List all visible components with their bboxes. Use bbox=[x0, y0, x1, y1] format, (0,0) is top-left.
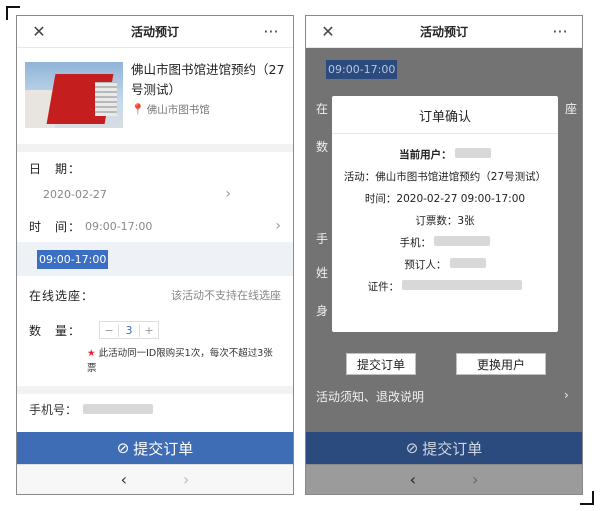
forward-arrow-icon[interactable]: › bbox=[183, 470, 189, 489]
seat-row: 在线选座： 该活动不支持在线选座 bbox=[17, 276, 293, 314]
event-location: 📍 佛山市图书馆 bbox=[131, 102, 285, 117]
browser-nav-bar: ‹ › bbox=[306, 464, 582, 494]
time-value: 2020-02-27 09:00-17:00 bbox=[396, 193, 526, 205]
id-redacted bbox=[402, 280, 523, 290]
phone-screen-confirm: ✕ 活动预订 ··· 09:00-17:00 在 数 座 手 姓 身 活动须知、… bbox=[305, 15, 583, 495]
submit-label: 提交订单 bbox=[422, 439, 483, 458]
location-pin-icon: 📍 bbox=[131, 103, 145, 116]
phone-redacted bbox=[434, 236, 491, 246]
submit-order-button[interactable]: ⊘ 提交订单 bbox=[17, 432, 293, 464]
submit-label: 提交订单 bbox=[133, 439, 194, 458]
booker-row: 预订人： bbox=[342, 254, 548, 276]
phone-value-redacted[interactable] bbox=[83, 404, 154, 414]
check-circle-icon: ⊘ bbox=[116, 439, 130, 457]
activity-row: 活动：佛山市图书馆进馆预约（27号测试） bbox=[342, 166, 548, 188]
page-title: 活动预订 bbox=[130, 25, 179, 39]
date-value: 2020-02-27 bbox=[43, 187, 107, 201]
close-icon[interactable]: ✕ bbox=[318, 22, 338, 41]
minus-button[interactable]: − bbox=[100, 324, 118, 337]
check-circle-icon: ⊘ bbox=[405, 439, 419, 457]
bg-label: 手 bbox=[316, 232, 329, 246]
dialog-title: 订单确认 bbox=[332, 96, 558, 134]
bg-label: 数 bbox=[316, 140, 329, 154]
browser-nav-bar: ‹ › bbox=[17, 464, 293, 494]
order-confirm-dialog: 订单确认 当前用户： 活动：佛山市图书馆进馆预约（27号测试） 时间：2020-… bbox=[332, 96, 558, 332]
time-row[interactable]: 时 间： 09:00-17:00 › bbox=[17, 210, 293, 242]
time-label: 时间： bbox=[364, 193, 397, 205]
more-icon[interactable]: ··· bbox=[550, 22, 570, 41]
chevron-right-icon: › bbox=[275, 218, 281, 234]
ticket-count: 订票数：3张 bbox=[415, 215, 475, 227]
bg-label: 姓 bbox=[316, 266, 329, 280]
submit-order-button: ⊘ 提交订单 bbox=[306, 432, 582, 464]
id-row: 证件： bbox=[342, 276, 548, 298]
quantity-value[interactable]: 3 bbox=[118, 323, 140, 337]
activity-label: 活动： bbox=[343, 171, 376, 183]
event-thumbnail bbox=[25, 62, 123, 128]
bg-label: 座 bbox=[565, 102, 578, 116]
phone-label: 手机号： bbox=[29, 402, 78, 417]
quantity-stepper[interactable]: − 3 + bbox=[99, 321, 159, 339]
phone-row: 手机号： bbox=[17, 394, 293, 424]
confirm-submit-button[interactable]: 提交订单 bbox=[346, 353, 416, 375]
booker-redacted bbox=[449, 258, 486, 268]
quantity-label: 数 量： bbox=[29, 323, 82, 338]
booker-label: 预订人： bbox=[404, 259, 447, 271]
current-user-redacted bbox=[454, 148, 491, 158]
date-label: 日 期： bbox=[29, 161, 82, 176]
notice-link: 活动须知、退改说明 bbox=[316, 390, 425, 404]
event-card: 佛山市图书馆进馆预约（27号测试） 📍 佛山市图书馆 bbox=[17, 48, 293, 144]
back-arrow-icon[interactable]: ‹ bbox=[410, 470, 416, 489]
current-user-label: 当前用户： bbox=[399, 149, 452, 161]
plus-button[interactable]: + bbox=[140, 324, 158, 337]
time-value: 09:00-17:00 bbox=[85, 219, 153, 233]
back-arrow-icon[interactable]: ‹ bbox=[121, 470, 127, 489]
chevron-right-icon: › bbox=[225, 186, 231, 202]
page-title: 活动预订 bbox=[419, 25, 468, 39]
phone-screen-booking: ✕ 活动预订 ··· 佛山市图书馆进馆预约（27号测试） 📍 佛山市图书馆 日 … bbox=[16, 15, 294, 495]
phone-row: 手机： bbox=[342, 232, 548, 254]
time-slot-bar: 09:00-17:00 bbox=[17, 242, 293, 276]
bg-label: 在 bbox=[316, 102, 329, 116]
activity-value: 佛山市图书馆进馆预约（27号测试） bbox=[375, 171, 547, 183]
top-bar: ✕ 活动预订 ··· bbox=[17, 16, 293, 48]
booking-form: 佛山市图书馆进馆预约（27号测试） 📍 佛山市图书馆 日 期： 2020-02-… bbox=[17, 48, 293, 432]
note-text: 此活动同一ID限购买1次，每次不超过3张票 bbox=[87, 348, 273, 374]
bg-label: 身 bbox=[316, 304, 329, 318]
top-bar: ✕ 活动预订 ··· bbox=[306, 16, 582, 48]
current-user-row: 当前用户： bbox=[342, 144, 548, 166]
forward-arrow-icon[interactable]: › bbox=[472, 470, 478, 489]
date-value-row[interactable]: 2020-02-27 › bbox=[17, 178, 293, 210]
more-icon[interactable]: ··· bbox=[261, 22, 281, 41]
dialog-body: 当前用户： 活动：佛山市图书馆进馆预约（27号测试） 时间：2020-02-27… bbox=[332, 134, 558, 308]
location-text: 佛山市图书馆 bbox=[146, 104, 210, 116]
chevron-right-icon: › bbox=[564, 388, 569, 402]
time-slot-option: 09:00-17:00 bbox=[326, 60, 398, 79]
star-icon: ★ bbox=[87, 348, 96, 359]
time-label: 时 间： bbox=[29, 219, 82, 234]
seat-label: 在线选座： bbox=[29, 288, 95, 303]
change-user-button[interactable]: 更换用户 bbox=[456, 353, 546, 375]
id-label: 证件： bbox=[367, 281, 400, 293]
purchase-limit-note: ★ 此活动同一ID限购买1次，每次不超过3张票 bbox=[17, 346, 293, 376]
event-title: 佛山市图书馆进馆预约（27号测试） bbox=[131, 62, 285, 97]
close-icon[interactable]: ✕ bbox=[29, 22, 49, 41]
time-slot-option[interactable]: 09:00-17:00 bbox=[37, 249, 109, 269]
seat-value: 该活动不支持在线选座 bbox=[171, 289, 281, 302]
time-row: 时间：2020-02-27 09:00-17:00 bbox=[342, 188, 548, 210]
phone-label: 手机： bbox=[399, 237, 432, 249]
quantity-row: 数 量： − 3 + bbox=[17, 314, 293, 346]
